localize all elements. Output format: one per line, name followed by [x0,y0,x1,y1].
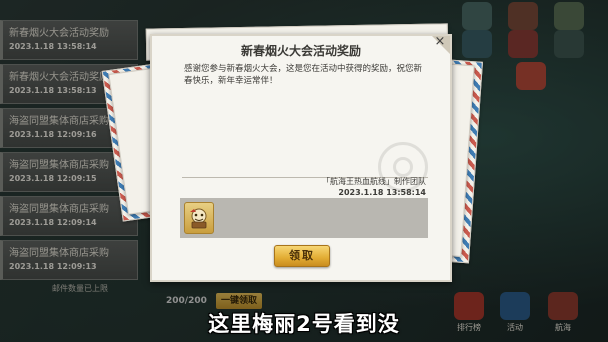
dialog-title: 新春烟火大会活动奖励 [240,44,361,58]
mail-signature: 「航海王热血航线」制作团队 2023.1.18 13:58:14 [322,176,426,198]
collect-button[interactable]: 领取 [274,245,330,267]
mail-body-text: 感谢您参与新春烟火大会，这是您在活动中获得的奖励，祝您新春快乐，新年幸运常伴！ [184,64,423,86]
item-box-icon[interactable] [184,202,214,234]
attachment-area [180,198,428,238]
video-subtitle: 这里梅丽2号看到没 [208,312,400,336]
mail-dialog: × 新春烟火大会活动奖励 感谢您参与新春烟火大会，这是您在活动中获得的奖励，祝您… [150,34,452,282]
signature-team: 「航海王热血航线」制作团队 [322,177,426,186]
signature-date: 2023.1.18 13:58:14 [338,188,426,197]
